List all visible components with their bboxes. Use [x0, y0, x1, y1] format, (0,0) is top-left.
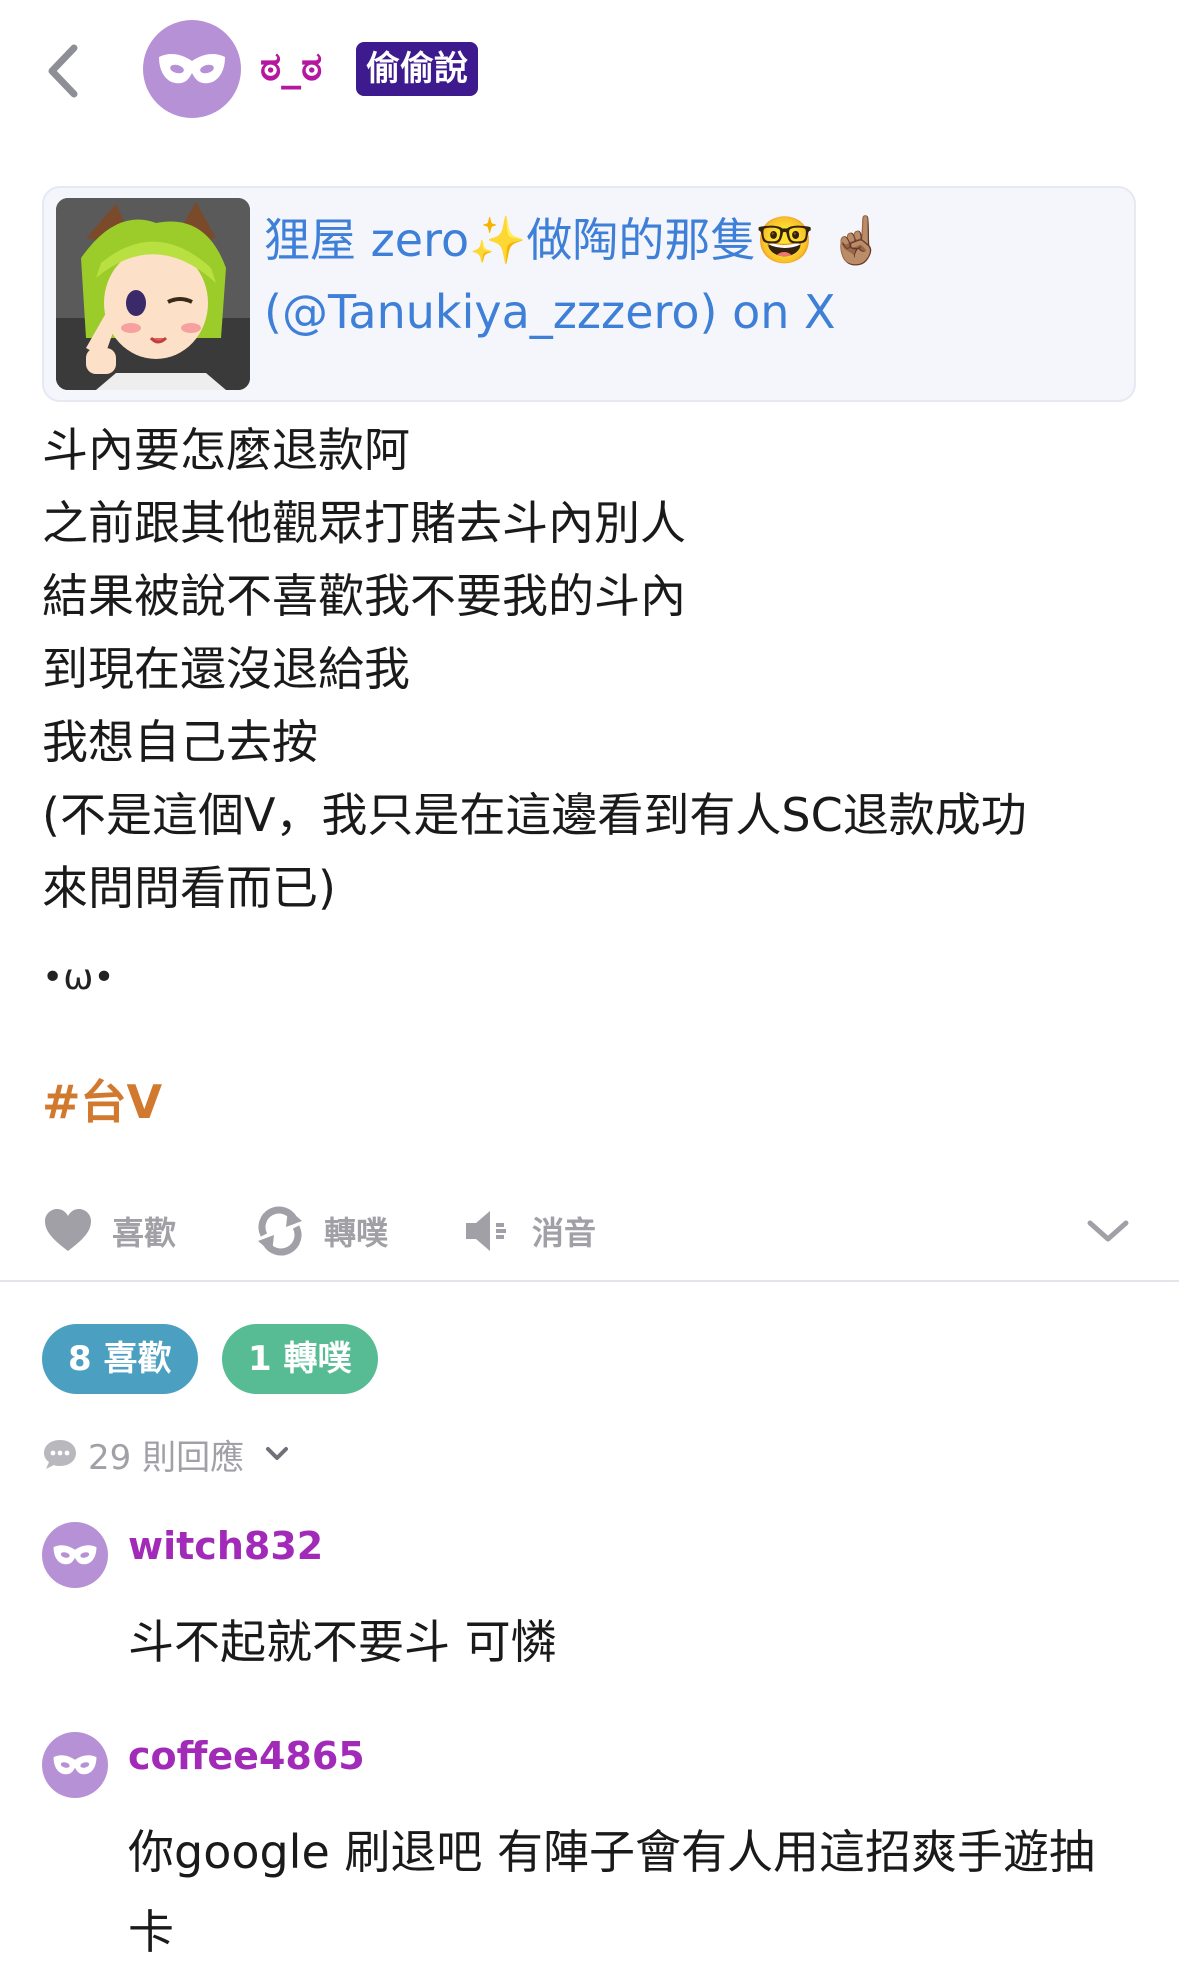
replurk-button[interactable]: 轉噗: [254, 1196, 388, 1266]
responses-toggle[interactable]: 29 則回應: [42, 1424, 302, 1484]
user-nickname[interactable]: ಠ_ಠ: [260, 44, 322, 90]
divider: [0, 1280, 1179, 1282]
heart-icon: [45, 1209, 91, 1251]
speech-bubble-icon: [44, 1440, 76, 1469]
responses-count: 29 則回應: [88, 1437, 245, 1478]
more-options-button[interactable]: [1082, 1196, 1134, 1266]
avatar[interactable]: [143, 20, 241, 118]
mute-button[interactable]: 消音: [462, 1196, 596, 1266]
chevron-down-icon: [1087, 1220, 1129, 1242]
avatar[interactable]: [42, 1732, 108, 1798]
mute-label: 消音: [532, 1214, 597, 1252]
post-line: 我想自己去按: [42, 715, 318, 769]
post-line: 斗內要怎麼退款阿: [42, 423, 410, 477]
like-label: 喜歡: [112, 1214, 177, 1252]
hashtag-link[interactable]: #台V: [42, 1066, 162, 1132]
link-preview-card[interactable]: 狸屋 zero✨做陶的那隻🤓 ☝🏽 (@Tanukiya_zzzero) on …: [42, 186, 1136, 402]
mask-icon: [53, 1755, 97, 1775]
link-title-line1: 狸屋 zero✨做陶的那隻🤓 ☝🏽: [264, 213, 886, 267]
comment-username[interactable]: witch832: [128, 1524, 323, 1568]
post-line: 之前跟其他觀眾打賭去斗內別人: [42, 496, 686, 550]
kaomoji-image[interactable]: •ω•: [42, 942, 132, 1014]
replurk-icon: [258, 1206, 302, 1256]
link-title-line2: (@Tanukiya_zzzero) on X: [264, 285, 836, 339]
post-content: 斗內要怎麼退款阿 之前跟其他觀眾打賭去斗內別人 結果被說不喜歡我不要我的斗內 到…: [42, 414, 1142, 925]
chevron-left-icon: [48, 44, 78, 98]
likes-count-pill[interactable]: 8 喜歡: [42, 1324, 198, 1394]
link-thumbnail: [56, 198, 250, 390]
post-line: 來問問看而已): [42, 861, 336, 915]
post-line: 結果被說不喜歡我不要我的斗內: [42, 569, 686, 623]
post-line: (不是這個V，我只是在這邊看到有人SC退款成功: [42, 788, 1027, 842]
link-title[interactable]: 狸屋 zero✨做陶的那隻🤓 ☝🏽 (@Tanukiya_zzzero) on …: [264, 204, 1124, 348]
post-line: 到現在還沒退給我: [42, 642, 410, 696]
comment-text: 斗不起就不要斗 可憐: [128, 1615, 557, 1669]
avatar[interactable]: [42, 1522, 108, 1588]
replurk-label: 轉噗: [324, 1214, 389, 1252]
comment-text: 你google 刷退吧 有陣子會有人用這招爽手遊抽卡: [128, 1825, 1096, 1959]
anonymous-badge: 偷偷說: [356, 42, 478, 96]
mask-icon: [53, 1545, 97, 1565]
like-button[interactable]: 喜歡: [42, 1196, 176, 1266]
replurks-count-pill[interactable]: 1 轉噗: [222, 1324, 378, 1394]
comment-username[interactable]: coffee4865: [128, 1734, 365, 1778]
post-action-bar: 喜歡 轉噗 消音: [42, 1196, 1142, 1266]
post-header: ಠ_ಠ 偷偷說: [0, 0, 1179, 150]
mask-icon: [159, 54, 225, 84]
chevron-down-icon: [266, 1447, 289, 1460]
speaker-mute-icon: [466, 1211, 506, 1251]
back-button[interactable]: [36, 36, 96, 106]
